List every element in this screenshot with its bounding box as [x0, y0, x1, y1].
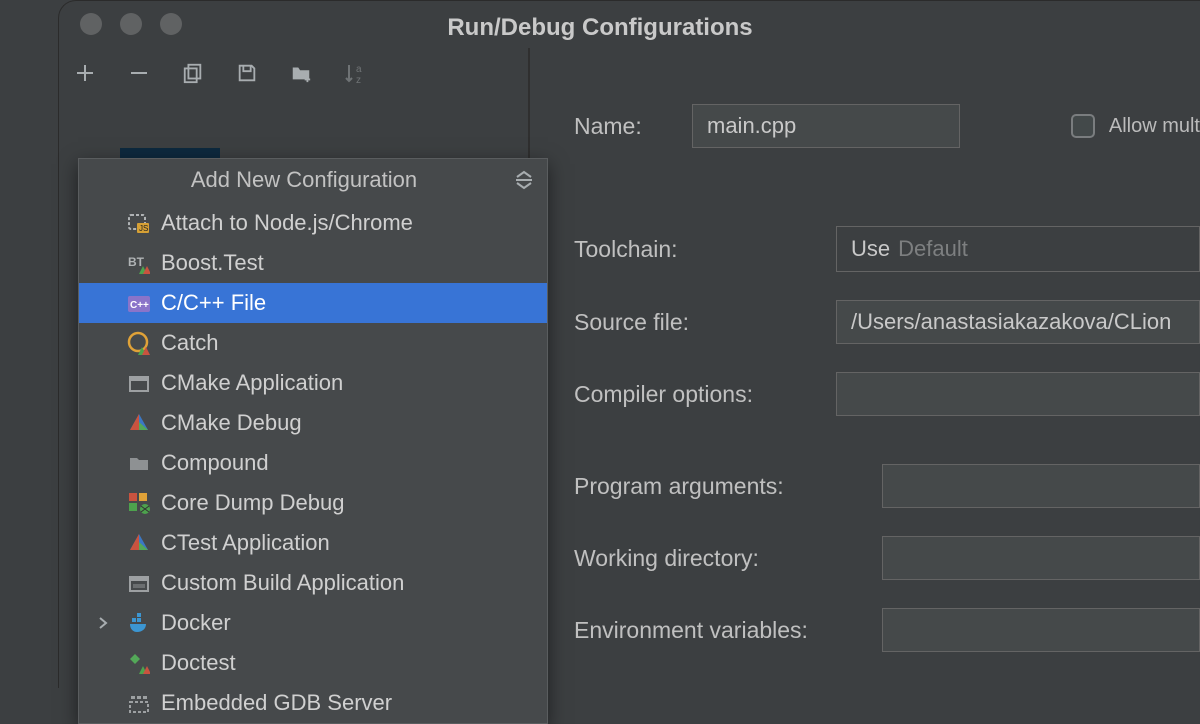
popup-item-docker[interactable]: Docker: [79, 603, 547, 643]
popup-item-label: CMake Debug: [161, 410, 302, 436]
popup-item-custombld[interactable]: Custom Build Application: [79, 563, 547, 603]
svg-text:a: a: [356, 64, 362, 75]
nodejs-icon: JS: [127, 211, 151, 235]
window-maximize-button[interactable]: [160, 13, 182, 35]
toolchain-value: Default: [898, 236, 968, 262]
popup-list: JS Attach to Node.js/Chrome BT Boost.Test C+…: [79, 203, 547, 723]
popup-item-coredump[interactable]: Core Dump Debug: [79, 483, 547, 523]
folder-config-button[interactable]: [288, 60, 314, 86]
cpp-icon: C++: [127, 291, 151, 315]
ctest-icon: [127, 531, 151, 555]
allow-multiple-label: Allow mult: [1109, 115, 1200, 138]
sort-config-button[interactable]: az: [342, 60, 368, 86]
titlebar: Run/Debug Configurations: [0, 0, 1200, 48]
working-directory-label: Working directory:: [574, 545, 854, 572]
popup-title: Add New Configuration: [93, 167, 515, 193]
environment-variables-label: Environment variables:: [574, 617, 854, 644]
toolchain-prefix: Use: [851, 236, 890, 262]
popup-item-boosttest[interactable]: BT Boost.Test: [79, 243, 547, 283]
add-new-configuration-popup: Add New Configuration JS Attach to Node.j…: [78, 158, 548, 724]
boosttest-icon: BT: [127, 251, 151, 275]
popup-item-catch[interactable]: Catch: [79, 323, 547, 363]
config-form: Name: Allow mult Toolchain: Use Default …: [530, 48, 1200, 688]
source-file-label: Source file:: [574, 309, 808, 336]
chevron-right-icon: [97, 616, 109, 630]
window-close-button[interactable]: [80, 13, 102, 35]
allow-multiple-checkbox[interactable]: [1071, 114, 1095, 138]
popup-item-label: Catch: [161, 330, 218, 356]
allow-multiple-instances[interactable]: Allow mult: [1071, 114, 1200, 138]
popup-item-label: Docker: [161, 610, 231, 636]
popup-item-doctest[interactable]: Doctest: [79, 643, 547, 683]
doctest-icon: [127, 651, 151, 675]
popup-item-label: C/C++ File: [161, 290, 266, 316]
popup-item-cpp[interactable]: C++ C/C++ File: [79, 283, 547, 323]
window-minimize-button[interactable]: [120, 13, 142, 35]
program-arguments-input[interactable]: [882, 464, 1200, 508]
source-file-input[interactable]: [836, 300, 1200, 344]
copy-config-button[interactable]: [180, 60, 206, 86]
toolchain-select[interactable]: Use Default: [836, 226, 1200, 272]
popup-item-label: Compound: [161, 450, 269, 476]
cmakeapp-icon: [127, 371, 151, 395]
svg-text:JS: JS: [139, 224, 148, 233]
window-controls: [0, 13, 182, 35]
gdb-icon: [127, 691, 151, 715]
coredump-icon: [127, 491, 151, 515]
popup-item-gdb[interactable]: Embedded GDB Server: [79, 683, 547, 723]
popup-item-compound[interactable]: Compound: [79, 443, 547, 483]
popup-item-label: Core Dump Debug: [161, 490, 344, 516]
name-label: Name:: [574, 113, 664, 140]
remove-config-button[interactable]: [126, 60, 152, 86]
docker-icon: [127, 611, 151, 635]
compound-icon: [127, 451, 151, 475]
program-arguments-label: Program arguments:: [574, 473, 854, 500]
toolchain-label: Toolchain:: [574, 236, 808, 263]
svg-text:BT: BT: [128, 255, 145, 269]
popup-item-nodejs[interactable]: JS Attach to Node.js/Chrome: [79, 203, 547, 243]
svg-text:z: z: [356, 75, 361, 85]
collapse-all-icon[interactable]: [515, 170, 533, 190]
popup-item-cmakeapp[interactable]: CMake Application: [79, 363, 547, 403]
popup-header: Add New Configuration: [79, 159, 547, 203]
svg-text:C++: C++: [130, 300, 149, 311]
environment-variables-input[interactable]: [882, 608, 1200, 652]
popup-item-label: CMake Application: [161, 370, 343, 396]
compiler-options-label: Compiler options:: [574, 381, 808, 408]
popup-item-label: Embedded GDB Server: [161, 690, 392, 716]
compiler-options-input[interactable]: [836, 372, 1200, 416]
catch-icon: [127, 331, 151, 355]
popup-item-label: Boost.Test: [161, 250, 264, 276]
custombld-icon: [127, 571, 151, 595]
popup-item-label: Custom Build Application: [161, 570, 404, 596]
popup-item-ctest[interactable]: CTest Application: [79, 523, 547, 563]
popup-item-label: Doctest: [161, 650, 236, 676]
configurations-panel: az Add New Configuration JS Attach to Nod…: [58, 48, 530, 688]
add-config-button[interactable]: [72, 60, 98, 86]
cmakedbg-icon: [127, 411, 151, 435]
name-input[interactable]: [692, 104, 960, 148]
working-directory-input[interactable]: [882, 536, 1200, 580]
popup-item-label: CTest Application: [161, 530, 330, 556]
config-toolbar: az: [58, 48, 528, 98]
save-config-button[interactable]: [234, 60, 260, 86]
popup-item-cmakedbg[interactable]: CMake Debug: [79, 403, 547, 443]
popup-item-label: Attach to Node.js/Chrome: [161, 210, 413, 236]
